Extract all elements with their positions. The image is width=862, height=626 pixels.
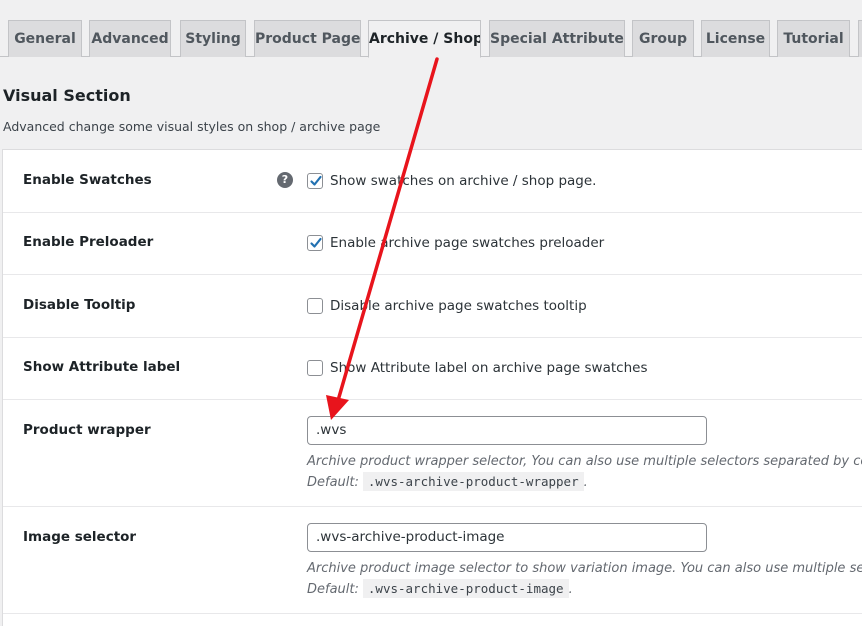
- enable-preloader-checkbox[interactable]: [307, 235, 323, 251]
- disable-tooltip-checkbox[interactable]: [307, 298, 323, 314]
- default-code: .wvs-archive-product-image: [362, 579, 569, 598]
- show-attribute-label-checkbox[interactable]: [307, 360, 323, 376]
- product-wrapper-input[interactable]: .wvs: [307, 416, 707, 445]
- setting-row-enable-preloader: Enable Preloader Enable archive page swa…: [3, 213, 862, 275]
- image-selector-default: Default: .wvs-archive-product-image.: [307, 579, 573, 598]
- setting-label: Disable Tooltip: [23, 297, 136, 313]
- tab-license[interactable]: License: [701, 20, 770, 57]
- show-attribute-label-label[interactable]: Show Attribute label on archive page swa…: [330, 360, 647, 376]
- disable-tooltip-label[interactable]: Disable archive page swatches tooltip: [330, 298, 587, 314]
- tab-advanced[interactable]: Advanced: [89, 20, 171, 57]
- setting-label: Show Attribute label: [23, 359, 181, 375]
- setting-row-enable-swatches: Enable Swatches ? Show swatches on archi…: [3, 150, 862, 213]
- image-selector-description: Archive product image selector to show v…: [307, 561, 862, 576]
- default-suffix: .: [583, 475, 588, 490]
- setting-row-show-attribute-label: Show Attribute label Show Attribute labe…: [3, 338, 862, 400]
- default-label: Default:: [307, 475, 359, 490]
- setting-label: Image selector: [23, 529, 137, 545]
- default-code: .wvs-archive-product-wrapper: [362, 472, 584, 491]
- tab-special-attributes[interactable]: Special Attributes: [489, 20, 625, 57]
- image-selector-input[interactable]: .wvs-archive-product-image: [307, 523, 707, 552]
- tab-archive-shop[interactable]: Archive / Shop: [368, 20, 481, 58]
- section-description: Advanced change some visual styles on sh…: [3, 119, 381, 134]
- help-icon[interactable]: ?: [277, 172, 293, 188]
- tab-tutorial[interactable]: Tutorial: [777, 20, 850, 57]
- default-label: Default:: [307, 582, 359, 597]
- enable-swatches-label[interactable]: Show swatches on archive / shop page.: [330, 173, 596, 189]
- tab-general[interactable]: General: [8, 20, 82, 57]
- setting-label: Enable Preloader: [23, 234, 154, 250]
- setting-row-image-selector: Image selector .wvs-archive-product-imag…: [3, 507, 862, 614]
- enable-swatches-checkbox[interactable]: [307, 173, 323, 189]
- tab-product-page[interactable]: Product Page: [254, 20, 361, 57]
- settings-panel: Enable Swatches ? Show swatches on archi…: [2, 149, 862, 626]
- tab-styling[interactable]: Styling: [180, 20, 246, 57]
- product-wrapper-description: Archive product wrapper selector, You ca…: [307, 454, 862, 469]
- settings-tabs: General Advanced Styling Product Page Ar…: [0, 0, 862, 58]
- tab-group[interactable]: Group: [632, 20, 694, 57]
- section-title: Visual Section: [3, 86, 131, 105]
- enable-preloader-label[interactable]: Enable archive page swatches preloader: [330, 235, 604, 251]
- setting-label: Product wrapper: [23, 422, 151, 438]
- setting-label: Enable Swatches: [23, 172, 152, 188]
- default-suffix: .: [568, 582, 573, 597]
- setting-row-disable-tooltip: Disable Tooltip Disable archive page swa…: [3, 275, 862, 338]
- product-wrapper-default: Default: .wvs-archive-product-wrapper.: [307, 472, 588, 491]
- tab-overflow[interactable]: [858, 20, 862, 57]
- setting-row-product-wrapper: Product wrapper .wvs Archive product wra…: [3, 400, 862, 507]
